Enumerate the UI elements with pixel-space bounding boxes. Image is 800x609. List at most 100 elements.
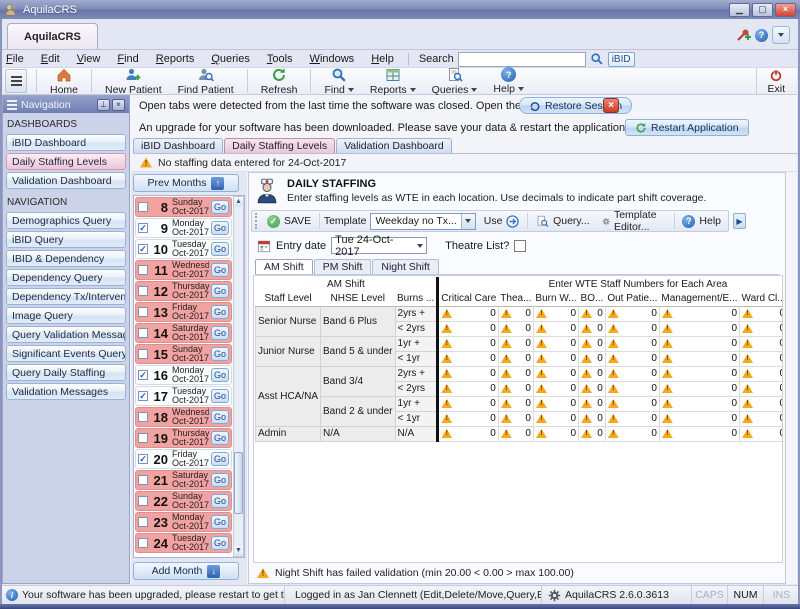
date-checkbox[interactable]: ✓ [138,223,148,233]
restart-application-button[interactable]: Restart Application [625,119,749,136]
wte-cell[interactable]: !0 [659,396,739,411]
scroll-down-icon[interactable]: ▼ [234,546,243,556]
sidebar-item-demographics-query[interactable]: Demographics Query [6,212,126,229]
pin-add-icon[interactable] [735,27,751,43]
dismiss-notification-icon[interactable]: × [603,98,619,113]
wte-cell[interactable]: !0 [579,321,606,336]
sidebar-item-ibid-query[interactable]: iBID Query [6,231,126,248]
date-checkbox[interactable] [138,475,148,485]
wte-cell[interactable]: !0 [533,336,578,351]
go-button[interactable]: Go [211,473,229,487]
wte-cell[interactable]: !0 [579,411,606,426]
sidebar-item-significant-events-query[interactable]: Significant Events Query [6,345,126,362]
queries-button[interactable]: Queries [424,68,486,95]
wte-cell[interactable]: !0 [533,381,578,396]
new-patient-button[interactable]: New Patient [97,68,170,95]
find-patient-button[interactable]: Find Patient [170,68,242,95]
go-button[interactable]: Go [211,536,229,550]
wte-cell[interactable]: !0 [740,411,783,426]
go-button[interactable]: Go [211,263,229,277]
wte-cell[interactable]: !0 [605,306,659,321]
go-button[interactable]: Go [211,284,229,298]
scroll-up-icon[interactable]: ▲ [234,197,243,207]
sidebar-item-image-query[interactable]: Image Query [6,307,126,324]
search-icon[interactable] [590,52,604,66]
reports-button[interactable]: Reports [362,68,424,95]
maximize-button[interactable]: ▢ [752,3,773,17]
wte-cell[interactable]: !0 [438,411,499,426]
date-checkbox[interactable]: ✓ [138,370,148,380]
wte-cell[interactable]: !0 [579,336,606,351]
sidebar-item-query-daily-staffing[interactable]: Query Daily Staffing [6,364,126,381]
wte-cell[interactable]: !0 [740,366,783,381]
menu-item-edit[interactable]: Edit [41,53,60,65]
wte-cell[interactable]: !0 [533,396,578,411]
date-checkbox[interactable]: ✓ [138,244,148,254]
wte-cell[interactable]: !0 [579,306,606,321]
wte-cell[interactable]: !0 [498,411,533,426]
go-button[interactable]: Go [211,347,229,361]
date-checkbox[interactable] [138,307,148,317]
wte-cell[interactable]: !0 [533,366,578,381]
date-checkbox[interactable] [138,328,148,338]
wte-cell[interactable]: !0 [579,366,606,381]
wte-cell[interactable]: !0 [438,426,499,441]
wte-cell[interactable]: !0 [659,321,739,336]
wte-cell[interactable]: !0 [438,306,499,321]
tab-ibid-dashboard[interactable]: iBID Dashboard [133,138,223,153]
wte-cell[interactable]: !0 [533,426,578,441]
menu-item-queries[interactable]: Queries [211,53,250,65]
help-button[interactable]: ? Help [485,68,532,95]
scrollbar-thumb[interactable] [234,452,243,514]
dropdown-chevron-icon[interactable] [461,214,475,229]
panel-menu-icon[interactable] [7,98,17,112]
go-button[interactable]: Go [211,200,229,214]
wte-cell[interactable]: !0 [438,396,499,411]
go-button[interactable]: Go [211,452,229,466]
wte-cell[interactable]: !0 [498,426,533,441]
wte-cell[interactable]: !0 [659,411,739,426]
wte-cell[interactable]: !0 [740,306,783,321]
menu-item-help[interactable]: Help [371,53,394,65]
close-button[interactable]: × [775,3,796,17]
entry-date-dropdown[interactable]: Tue 24-Oct-2017 [331,237,427,254]
sidebar-item-dependency-query[interactable]: Dependency Query [6,269,126,286]
date-list-scrollbar[interactable]: ▲ ▼ [233,196,244,557]
sidebar-item-dependency-tx-intervention-query[interactable]: Dependency Tx/Intervention Query [6,288,126,305]
sidebar-item-ibid-dashboard[interactable]: iBID Dashboard [6,134,126,151]
wte-cell[interactable]: !0 [498,321,533,336]
wte-cell[interactable]: !0 [659,381,739,396]
tab-validation-dashboard[interactable]: Validation Dashboard [336,138,452,153]
refresh-button[interactable]: Refresh [253,68,306,95]
wte-cell[interactable]: !0 [740,351,783,366]
wte-cell[interactable]: !0 [605,426,659,441]
wte-cell[interactable]: !0 [498,396,533,411]
ibid-button[interactable]: iBID [608,52,635,67]
wte-cell[interactable]: !0 [438,366,499,381]
shift-tab-am-shift[interactable]: AM Shift [255,259,313,274]
wte-cell[interactable]: !0 [498,351,533,366]
wte-cell[interactable]: !0 [533,321,578,336]
go-button[interactable]: Go [211,515,229,529]
hamburger-menu-icon[interactable] [5,69,27,93]
add-month-button[interactable]: Add Month↓ [133,562,239,580]
exit-button[interactable]: Exit [756,68,795,95]
wte-cell[interactable]: !0 [579,396,606,411]
close-panel-icon[interactable]: × [112,99,125,111]
go-button[interactable]: Go [211,431,229,445]
menu-item-view[interactable]: View [77,53,101,65]
save-button[interactable]: ✓ SAVE [263,214,315,229]
toolbar-grip[interactable] [255,213,259,229]
shift-tab-night-shift[interactable]: Night Shift [372,259,438,274]
wte-cell[interactable]: !0 [533,411,578,426]
home-button[interactable]: Home [42,68,86,95]
wte-cell[interactable]: !0 [579,426,606,441]
go-button[interactable]: Go [211,368,229,382]
wte-cell[interactable]: !0 [605,366,659,381]
tab-daily-staffing-levels[interactable]: Daily Staffing Levels [224,138,335,153]
date-checkbox[interactable] [138,517,148,527]
date-checkbox[interactable] [138,349,148,359]
toolbar-overflow-button[interactable]: ▶ [733,213,746,229]
wte-cell[interactable]: !0 [438,381,499,396]
wte-cell[interactable]: !0 [659,426,739,441]
